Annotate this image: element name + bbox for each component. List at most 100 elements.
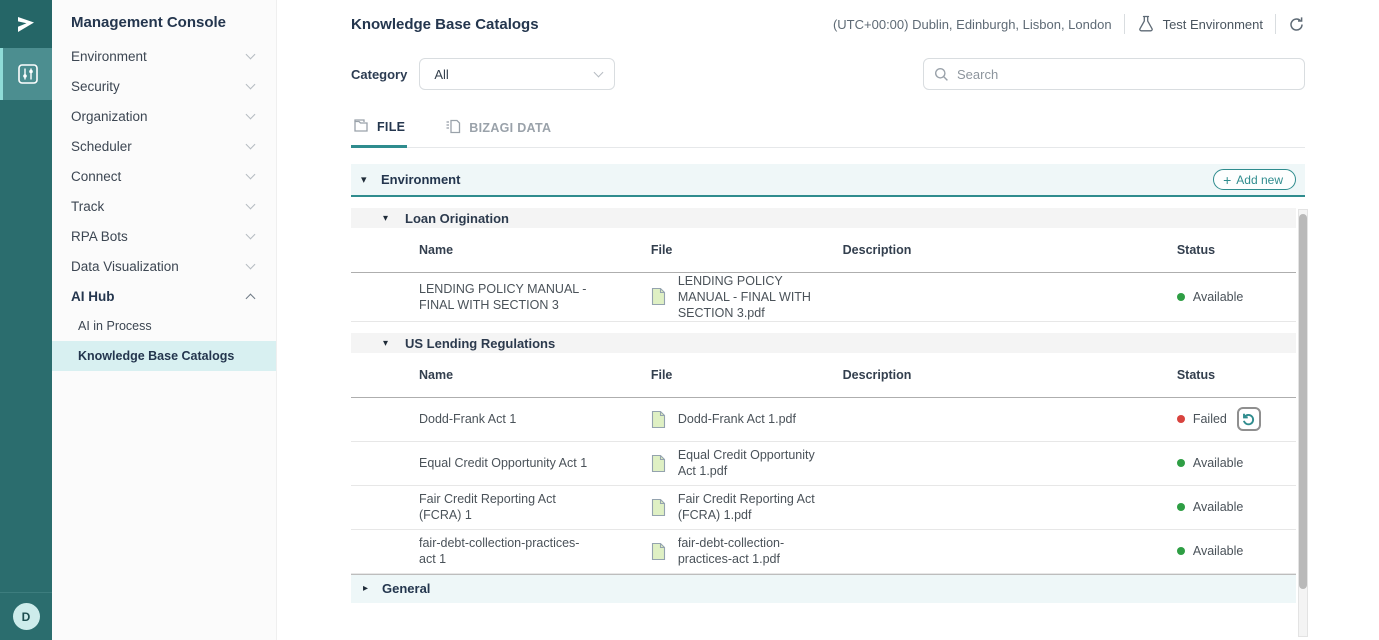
table-row[interactable]: LENDING POLICY MANUAL - FINAL WITH SECTI… (351, 272, 1296, 322)
sidebar-item-label: AI Hub (71, 289, 247, 304)
tab-file[interactable]: FILE (351, 108, 407, 148)
section-header-loan-origination[interactable]: ▾Loan Origination (351, 208, 1296, 228)
table-row[interactable]: Equal Credit Opportunity Act 1 Equal Cred… (351, 441, 1296, 485)
row-description (843, 529, 1177, 573)
timezone-label: (UTC+00:00) Dublin, Edinburgh, Lisbon, L… (833, 17, 1112, 32)
sidebar-item-environment[interactable]: Environment (52, 41, 276, 71)
chevron-down-icon (246, 170, 256, 180)
sidebar-item-connect[interactable]: Connect (52, 161, 276, 191)
column-header-status: Status (1177, 228, 1296, 272)
collapse-triangle-icon: ▾ (383, 338, 405, 349)
page-title: Knowledge Base Catalogs (351, 16, 539, 33)
row-name: fair-debt-collection-practices-act 1 (351, 529, 651, 573)
chevron-down-icon (246, 260, 256, 270)
row-name: Dodd-Frank Act 1 (351, 397, 651, 441)
row-description (843, 485, 1177, 529)
sidebar-item-ai-hub[interactable]: AI Hub (52, 281, 276, 311)
section-label: US Lending Regulations (405, 336, 555, 351)
status-label: Available (1193, 456, 1244, 470)
chevron-down-icon (246, 80, 256, 90)
pdf-file-icon (651, 287, 666, 306)
status-label: Available (1193, 500, 1244, 514)
environment-selector[interactable]: Test Environment (1137, 15, 1263, 33)
add-new-button[interactable]: + Add new (1213, 169, 1296, 190)
table-row[interactable]: fair-debt-collection-practices-act 1fair… (351, 529, 1296, 573)
status-dot-available (1177, 547, 1185, 555)
sidebar-item-label: RPA Bots (71, 229, 247, 244)
flask-icon (1137, 15, 1155, 33)
chevron-down-icon (246, 200, 256, 210)
vertical-scrollbar[interactable] (1298, 209, 1308, 637)
row-name: Equal Credit Opportunity Act 1 (351, 441, 651, 485)
scrollbar-thumb[interactable] (1299, 214, 1307, 589)
row-file-name: Fair Credit Reporting Act (FCRA) 1.pdf (678, 491, 820, 524)
rail-footer: D (0, 592, 52, 640)
status-dot-available (1177, 293, 1185, 301)
header-meta: (UTC+00:00) Dublin, Edinburgh, Lisbon, L… (833, 14, 1305, 34)
table-row[interactable]: Fair Credit Reporting Act (FCRA) 1 Fair C… (351, 485, 1296, 529)
search-box (923, 58, 1305, 90)
retry-button[interactable] (1237, 407, 1261, 431)
environment-label: Test Environment (1163, 17, 1263, 32)
category-select[interactable]: All (419, 58, 615, 90)
tab-bizagi-data[interactable]: BIZAGI DATA (443, 108, 553, 147)
collapse-triangle-icon: ▾ (361, 173, 381, 186)
divider (1275, 14, 1276, 34)
bizagi-data-icon (445, 119, 461, 137)
status-dot-available (1177, 459, 1185, 467)
column-header-file: File (651, 353, 843, 397)
catalog-sections: ▾Loan OriginationNameFileDescriptionStat… (351, 208, 1296, 574)
sidebar-item-rpa-bots[interactable]: RPA Bots (52, 221, 276, 251)
sidebar-item-security[interactable]: Security (52, 71, 276, 101)
sidebar-item-label: Track (71, 199, 247, 214)
group-label: Environment (381, 172, 1213, 187)
category-value: All (434, 67, 448, 82)
row-name: LENDING POLICY MANUAL - FINAL WITH SECTI… (351, 272, 651, 322)
column-header-description: Description (843, 353, 1177, 397)
table-row[interactable]: Dodd-Frank Act 1Dodd-Frank Act 1.pdfFail… (351, 397, 1296, 441)
sidebar-nav: Environment SecurityOrganization Scheduler… (52, 41, 276, 371)
catalog-table: NameFileDescriptionStatusDodd-Frank Act … (351, 353, 1296, 574)
tab-label: BIZAGI DATA (469, 121, 551, 135)
catalog-table: NameFileDescriptionStatusLENDING POLICY … (351, 228, 1296, 322)
status-dot-available (1177, 503, 1185, 511)
main-content: Knowledge Base Catalogs (UTC+00:00) Dubl… (277, 0, 1379, 640)
row-name: Fair Credit Reporting Act (FCRA) 1 (351, 485, 651, 529)
sidebar-subitem-knowledge-base-catalogs[interactable]: Knowledge Base Catalogs (52, 341, 276, 371)
sidebar-item-data-visualization[interactable]: Data Visualization (52, 251, 276, 281)
section-header-us-lending-regulations[interactable]: ▾US Lending Regulations (351, 333, 1296, 353)
refresh-icon (1288, 16, 1305, 33)
sliders-icon (16, 62, 40, 86)
status-label: Available (1193, 290, 1244, 304)
sidebar-item-organization[interactable]: Organization (52, 101, 276, 131)
expand-triangle-icon: ▸ (363, 583, 382, 594)
pdf-file-icon (651, 498, 666, 517)
chevron-down-icon (246, 140, 256, 150)
rail-item-management-console[interactable] (0, 48, 52, 100)
bizagi-logo[interactable] (0, 0, 52, 48)
sidebar-item-track[interactable]: Track (52, 191, 276, 221)
row-description (843, 272, 1177, 322)
pdf-file-icon (651, 410, 666, 429)
status-label: Available (1193, 544, 1244, 558)
sidebar-item-scheduler[interactable]: Scheduler (52, 131, 276, 161)
search-input[interactable] (957, 67, 1294, 82)
row-description (843, 397, 1177, 441)
column-header-file: File (651, 228, 843, 272)
category-label: Category (351, 67, 407, 82)
group-header-general[interactable]: ▸ General (351, 574, 1296, 603)
status-dot-failed (1177, 415, 1185, 423)
user-avatar[interactable]: D (13, 603, 40, 630)
group-header-environment[interactable]: ▾ Environment + Add new (351, 164, 1305, 197)
chevron-up-icon (246, 293, 256, 303)
row-file-name: Equal Credit Opportunity Act 1.pdf (678, 447, 820, 480)
row-description (843, 441, 1177, 485)
divider (1124, 14, 1125, 34)
search-icon (934, 67, 949, 82)
sidebar-item-label: Environment (71, 49, 247, 64)
sidebar-subitem-ai-in-process[interactable]: AI in Process (52, 311, 276, 341)
refresh-button[interactable] (1288, 16, 1305, 33)
status-label: Failed (1193, 412, 1227, 426)
sidebar-item-label: Scheduler (71, 139, 247, 154)
chevron-down-icon (246, 50, 256, 60)
